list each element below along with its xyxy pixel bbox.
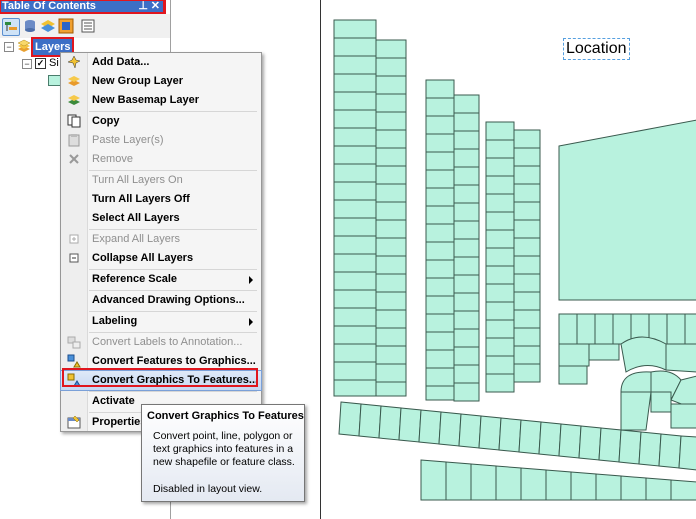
menu-item-label: Select All Layers bbox=[92, 212, 180, 224]
menu-item-collapse-all-layers[interactable]: Collapse All Layers bbox=[61, 249, 261, 268]
menu-item-copy[interactable]: Copy bbox=[61, 112, 261, 131]
menu-item-turn-all-layers-off[interactable]: Turn All Layers Off bbox=[61, 190, 261, 209]
close-icon[interactable]: ✕ bbox=[151, 0, 160, 13]
menu-item-advanced-drawing-options[interactable]: Advanced Drawing Options... bbox=[61, 291, 261, 310]
menu-item-label: Paste Layer(s) bbox=[92, 134, 164, 146]
list-by-source-icon[interactable] bbox=[22, 18, 38, 34]
menu-item-add-data[interactable]: Add Data... bbox=[61, 53, 261, 72]
large-parcel bbox=[558, 119, 696, 301]
menu-item-new-group-layer[interactable]: New Group Layer bbox=[61, 72, 261, 91]
list-by-visibility-icon[interactable] bbox=[40, 18, 56, 34]
menu-item-label: Collapse All Layers bbox=[92, 252, 194, 264]
parcel-block-2 bbox=[425, 79, 480, 402]
pin-icon[interactable]: ⊥ bbox=[138, 0, 148, 13]
menu-item-label: Activate bbox=[92, 395, 135, 407]
list-by-drawing-order-icon[interactable] bbox=[2, 18, 20, 36]
menu-item-label: Advanced Drawing Options... bbox=[92, 294, 245, 306]
group-layer-icon bbox=[67, 74, 81, 88]
collapse-toggle[interactable]: − bbox=[22, 59, 32, 69]
menu-item-label: Turn All Layers Off bbox=[92, 193, 190, 205]
toc-title-bar[interactable]: Table Of Contents ⊥ ✕ bbox=[0, 0, 166, 15]
layer-visibility-checkbox[interactable]: ✓ bbox=[35, 58, 46, 69]
add-data-icon bbox=[67, 55, 81, 69]
expand-icon bbox=[67, 232, 81, 246]
menu-item-convert-labels-to-annotation: Convert Labels to Annotation... bbox=[61, 333, 261, 352]
collapse-icon bbox=[67, 251, 81, 265]
menu-item-label: New Basemap Layer bbox=[92, 94, 199, 106]
menu-item-label: Convert Labels to Annotation... bbox=[92, 336, 243, 348]
menu-item-label: Add Data... bbox=[92, 56, 150, 68]
menu-item-label: Turn All Layers On bbox=[92, 174, 183, 186]
parcel-block-3 bbox=[485, 121, 541, 393]
parcel-map bbox=[333, 19, 696, 501]
menu-item-reference-scale[interactable]: Reference Scale bbox=[61, 270, 261, 289]
menu-item-turn-all-layers-on: Turn All Layers On bbox=[61, 171, 261, 190]
toc-toolbar bbox=[0, 14, 170, 38]
tree-row-layer[interactable]: − ✓ Si bbox=[0, 55, 60, 71]
tooltip-title: Convert Graphics To Features bbox=[147, 410, 304, 422]
tooltip-note: Disabled in layout view. bbox=[153, 483, 263, 495]
menu-item-label: Reference Scale bbox=[92, 273, 177, 285]
toc-title: Table Of Contents bbox=[2, 0, 96, 12]
remove-icon bbox=[67, 152, 81, 166]
menu-item-remove: Remove bbox=[61, 150, 261, 169]
list-by-selection-icon[interactable] bbox=[58, 18, 74, 34]
features-to-graphics-icon bbox=[67, 354, 81, 368]
parcel-polygons bbox=[333, 19, 696, 501]
copy-icon bbox=[67, 114, 81, 128]
menu-item-labeling[interactable]: Labeling bbox=[61, 312, 261, 331]
paste-icon bbox=[67, 133, 81, 147]
location-text-graphic[interactable]: Location bbox=[563, 38, 630, 60]
basemap-layer-icon bbox=[67, 93, 81, 107]
menu-item-select-all-layers[interactable]: Select All Layers bbox=[61, 209, 261, 228]
layer-name[interactable]: Si bbox=[49, 55, 59, 71]
menu-item-label: Copy bbox=[92, 115, 120, 127]
tooltip-body: Convert point, line, polygon or text gra… bbox=[153, 430, 295, 468]
parcel-block-1 bbox=[333, 19, 407, 397]
menu-item-new-basemap-layer[interactable]: New Basemap Layer bbox=[61, 91, 261, 110]
menu-item-label: Expand All Layers bbox=[92, 233, 181, 245]
options-icon[interactable] bbox=[80, 18, 96, 34]
menu-item-label: Remove bbox=[92, 153, 133, 165]
collapse-toggle[interactable]: − bbox=[4, 42, 14, 52]
parcel-block-4 bbox=[558, 313, 696, 431]
menu-item-label: Labeling bbox=[92, 315, 138, 327]
menu-item-paste-layers: Paste Layer(s) bbox=[61, 131, 261, 150]
menu-item-label: New Group Layer bbox=[92, 75, 184, 87]
red-highlight-box bbox=[62, 368, 258, 387]
submenu-arrow-icon bbox=[249, 318, 253, 326]
map-view[interactable]: Location bbox=[320, 0, 696, 519]
properties-icon bbox=[67, 415, 81, 429]
menu-item-expand-all-layers: Expand All Layers bbox=[61, 230, 261, 249]
tooltip: Convert Graphics To Features Convert poi… bbox=[141, 404, 305, 502]
layers-frame-icon bbox=[17, 39, 31, 52]
convert-labels-icon bbox=[67, 335, 81, 349]
submenu-arrow-icon bbox=[249, 276, 253, 284]
